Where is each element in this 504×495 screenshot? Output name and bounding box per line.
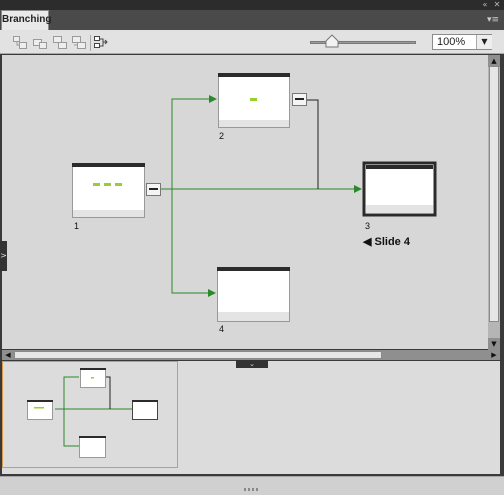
slide-3-title: ◀ Slide 4 [363, 235, 410, 248]
vertical-scroll-thumb[interactable] [489, 66, 499, 322]
horizontal-scroll-thumb[interactable] [14, 351, 382, 359]
zoom-dropdown-icon[interactable]: ▼ [476, 35, 492, 49]
resize-grip-icon[interactable] [244, 488, 260, 491]
triangle-left-icon: ◀ [363, 236, 375, 248]
overview-slide-4 [79, 436, 106, 458]
overview-slide-2 [80, 368, 106, 388]
panel-menu-icon[interactable]: ▾≡ [486, 14, 500, 26]
scroll-down-button[interactable]: ▼ [488, 338, 500, 350]
overview-slide-1 [27, 400, 53, 420]
slide-node-1[interactable] [72, 163, 145, 218]
collapse-slide-icon[interactable] [33, 36, 47, 49]
zoom-slider-thumb[interactable] [325, 34, 339, 48]
panel-title-bar [0, 0, 504, 10]
collapse-all-icon[interactable] [72, 36, 86, 49]
slide-1-branch-button[interactable] [146, 183, 161, 196]
scroll-left-button[interactable]: ◀ [2, 350, 14, 360]
scroll-right-button[interactable]: ▶ [488, 350, 500, 360]
slide-node-3[interactable] [362, 161, 437, 217]
slide-number-1: 1 [74, 221, 80, 231]
branching-diagram [72, 73, 437, 322]
tab-branching[interactable]: Branching [1, 10, 51, 30]
close-panel-icon[interactable]: ✕ [492, 1, 502, 9]
connector-1-to-4 [171, 189, 216, 297]
branch-connectors [156, 95, 362, 297]
tab-row [0, 10, 504, 30]
overview-slide-3 [132, 400, 158, 420]
overview-map[interactable] [2, 361, 500, 474]
side-toggle-button[interactable]: > [0, 241, 7, 271]
connector-1-to-2 [156, 95, 217, 190]
export-branching-icon[interactable] [94, 36, 108, 49]
panel-bottom-bar [0, 476, 504, 495]
slide-node-4[interactable] [217, 267, 290, 322]
slide-number-2: 2 [219, 131, 225, 141]
slide-3-title-text: Slide 4 [374, 236, 410, 248]
collapse-panel-icon[interactable]: « [480, 1, 490, 9]
slide-number-3: 3 [365, 221, 371, 231]
slide-node-2[interactable] [218, 73, 290, 128]
zoom-value: 100% [437, 36, 466, 48]
expand-all-icon[interactable] [53, 36, 67, 49]
toolbar-separator [90, 35, 91, 51]
expand-slide-icon[interactable] [13, 36, 27, 49]
slide-2-branch-button[interactable] [292, 93, 307, 106]
collapse-overview-button[interactable]: ⌄ [236, 360, 268, 368]
slide-number-4: 4 [219, 324, 225, 334]
connector-2-to-3 [307, 99, 319, 189]
